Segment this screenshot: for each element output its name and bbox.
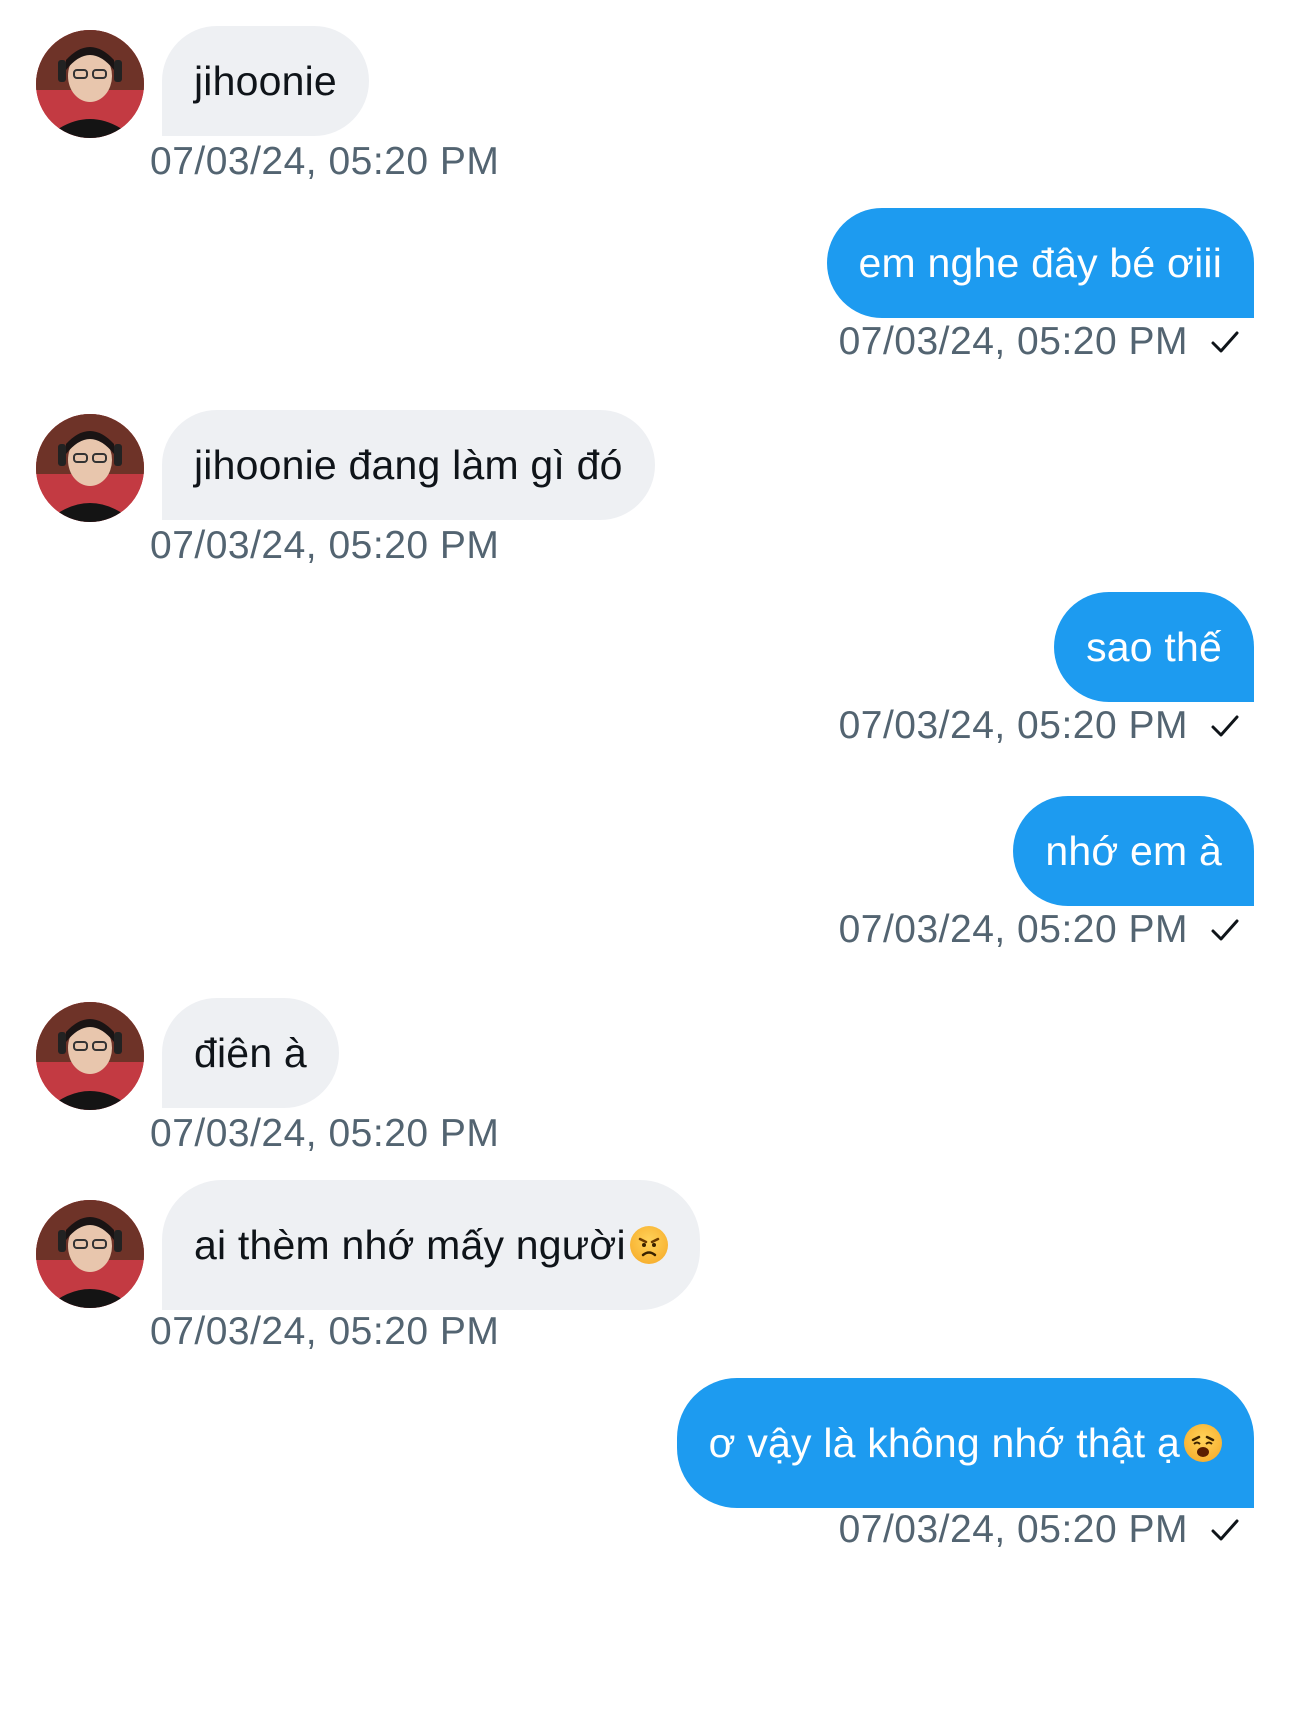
message-status: 07/03/24, 05:20 PM [839, 1508, 1242, 1552]
message-text: điên à [194, 1029, 307, 1076]
check-icon [1208, 709, 1242, 743]
angry-face-emoji [629, 1226, 668, 1264]
incoming-message-bubble[interactable]: jihoonie [162, 26, 369, 136]
check-icon [1208, 325, 1242, 359]
message-timestamp: 07/03/24, 05:20 PM [150, 140, 500, 183]
avatar-image [36, 414, 144, 522]
check-icon [1208, 913, 1242, 947]
weary-face-emoji [1184, 1424, 1222, 1462]
message-timestamp: 07/03/24, 05:20 PM [150, 1310, 500, 1353]
avatar-image [36, 1200, 144, 1308]
check-icon [1208, 1513, 1242, 1547]
message-text: sao thế [1086, 623, 1222, 670]
message-text: jihoonie đang làm gì đó [194, 441, 623, 488]
outgoing-message-bubble[interactable]: ơ vậy là không nhớ thật ạ [676, 1378, 1254, 1508]
avatar[interactable] [36, 414, 144, 522]
avatar-image [36, 1002, 144, 1110]
avatar[interactable] [36, 30, 144, 138]
message-status: 07/03/24, 05:20 PM [839, 320, 1242, 364]
message-text: jihoonie [194, 57, 337, 104]
incoming-message-bubble[interactable]: jihoonie đang làm gì đó [162, 410, 655, 520]
message-timestamp: 07/03/24, 05:20 PM [838, 1508, 1188, 1551]
message-timestamp: 07/03/24, 05:20 PM [838, 908, 1188, 951]
message-timestamp: 07/03/24, 05:20 PM [838, 320, 1188, 363]
incoming-message-bubble[interactable]: điên à [162, 998, 339, 1108]
outgoing-message-bubble[interactable]: sao thế [1054, 592, 1254, 702]
avatar[interactable] [36, 1002, 144, 1110]
incoming-message-bubble[interactable]: ai thèm nhớ mấy người [162, 1180, 700, 1310]
message-text: em nghe đây bé ơiii [858, 239, 1222, 286]
message-text: ai thèm nhớ mấy người [194, 1221, 626, 1268]
avatar[interactable] [36, 1200, 144, 1308]
message-text: nhớ em à [1045, 827, 1222, 874]
message-thread: jihoonie 07/03/24, 05:20 PM em nghe đây … [0, 0, 1290, 1712]
message-status: 07/03/24, 05:20 PM [839, 908, 1242, 952]
avatar-image [36, 30, 144, 138]
message-text: ơ vậy là không nhớ thật ạ [708, 1419, 1180, 1466]
outgoing-message-bubble[interactable]: nhớ em à [1013, 796, 1254, 906]
outgoing-message-bubble[interactable]: em nghe đây bé ơiii [826, 208, 1254, 318]
message-status: 07/03/24, 05:20 PM [839, 704, 1242, 748]
message-timestamp: 07/03/24, 05:20 PM [838, 704, 1188, 747]
message-timestamp: 07/03/24, 05:20 PM [150, 1112, 500, 1155]
message-timestamp: 07/03/24, 05:20 PM [150, 524, 500, 567]
